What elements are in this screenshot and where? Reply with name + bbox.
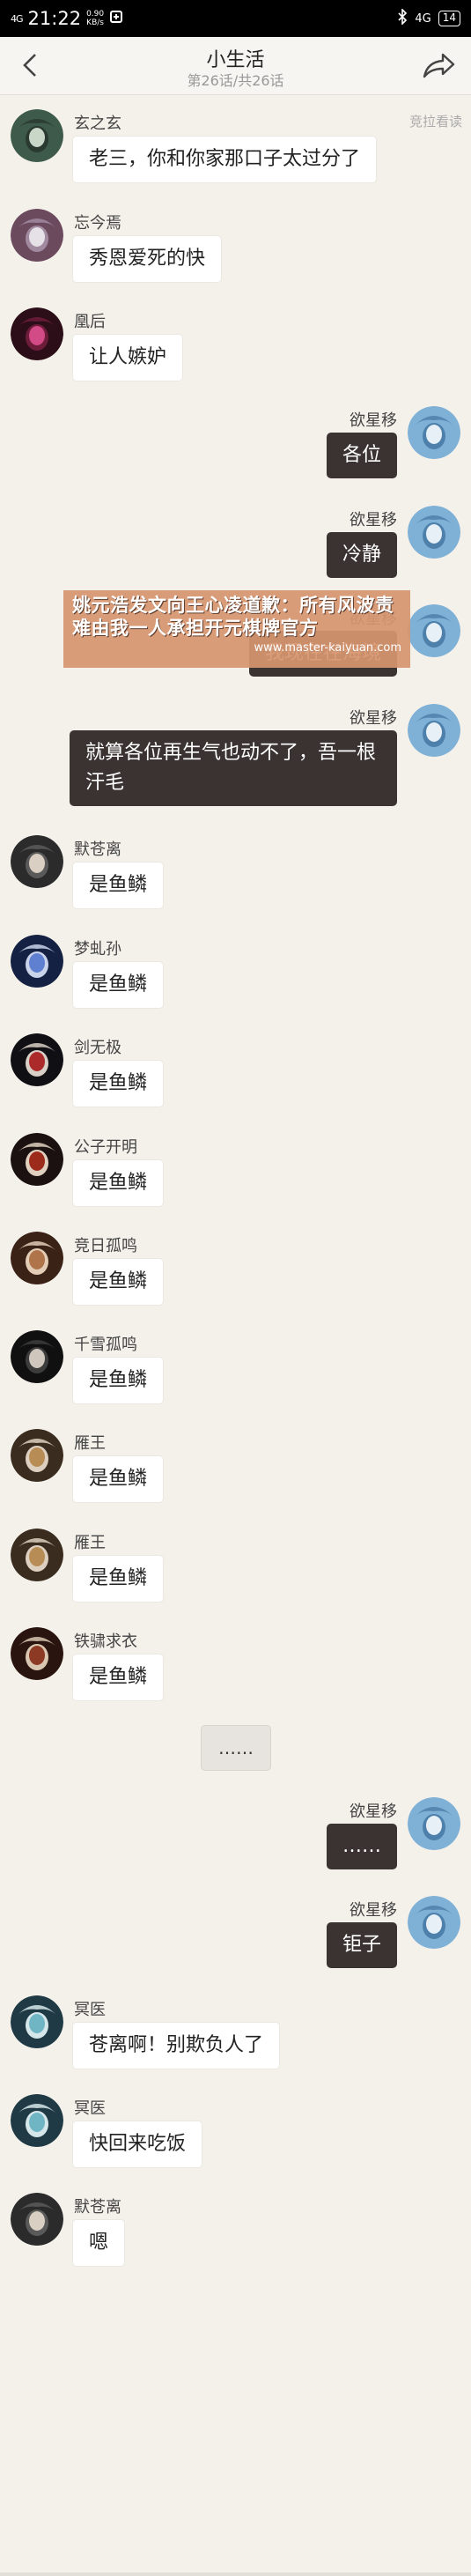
episode-indicator: 第26话/共26话 xyxy=(187,72,284,89)
message-bubble[interactable]: 是鱼鳞 xyxy=(72,1654,165,1701)
message-bubble[interactable]: 是鱼鳞 xyxy=(72,1060,165,1107)
message-bubble[interactable]: 钜子 xyxy=(326,1922,397,1968)
sender-name: 公子开明 xyxy=(74,1138,137,1157)
sender-name: 雁王 xyxy=(74,1434,106,1453)
message-bubble[interactable]: 秀恩爱死的快 xyxy=(72,235,223,283)
sender-name: 忘今焉 xyxy=(74,214,121,233)
avatar[interactable] xyxy=(11,109,63,162)
sender-name: 竞日孤鸣 xyxy=(74,1237,137,1255)
message-bubble[interactable]: 是鱼鳞 xyxy=(72,961,165,1009)
sender-name: 千雪孤鸣 xyxy=(74,1336,137,1354)
watermark-banner: 姚元浩发文向王心凌道歉：所有风波责难由我一人承担开元棋牌官方 www.maste… xyxy=(63,590,410,668)
watermark-line-1-tail: 开元棋牌官方 xyxy=(204,618,319,639)
sender-name: 欲星移 xyxy=(350,1901,397,1920)
message-bubble[interactable]: 嗯 xyxy=(72,2219,126,2267)
sender-name: 默苍离 xyxy=(74,840,121,859)
watermark-url: www.master-kaiyuan.com xyxy=(254,641,401,655)
avatar[interactable] xyxy=(11,935,63,988)
avatar[interactable] xyxy=(11,307,63,360)
message-bubble[interactable]: 各位 xyxy=(326,433,397,478)
message-bubble[interactable]: 是鱼鳞 xyxy=(72,1455,165,1503)
share-button[interactable] xyxy=(420,48,459,83)
message-bubble[interactable]: …… xyxy=(327,1824,397,1869)
avatar[interactable] xyxy=(11,1133,63,1186)
sender-name: 欲星移 xyxy=(350,709,397,728)
watermark-line-1: 姚元浩发文向王心凌道歉：所有风波责难由我一人承担开元棋牌官方 xyxy=(72,594,401,640)
sender-name: 冥医 xyxy=(74,2099,106,2118)
message-bubble[interactable]: 苍离啊！别欺负人了 xyxy=(72,2022,281,2069)
avatar[interactable] xyxy=(11,209,63,262)
avatar[interactable] xyxy=(11,1529,63,1581)
message-bubble[interactable]: 冷静 xyxy=(326,532,397,578)
share-icon xyxy=(423,53,455,78)
status-bar: 4G 21:22 0.90 KB/s 4G 14 xyxy=(0,0,471,37)
bottom-divider xyxy=(0,2572,471,2576)
notification-icon xyxy=(109,9,123,28)
message-bubble[interactable]: 让人嫉妒 xyxy=(72,334,184,381)
sender-name: 欲星移 xyxy=(350,1802,397,1821)
avatar[interactable] xyxy=(11,1429,63,1482)
avatar[interactable] xyxy=(11,1330,63,1383)
clock: 21:22 xyxy=(27,8,82,29)
sender-name: 欲星移 xyxy=(350,411,397,430)
sender-name: 梦虬孙 xyxy=(74,940,121,959)
avatar[interactable] xyxy=(11,2094,63,2147)
sender-name: 铁骕求衣 xyxy=(74,1632,137,1651)
network-speed-value: 0.90 xyxy=(86,10,105,19)
sender-name: 凰后 xyxy=(74,313,106,331)
network-speed-unit: KB/s xyxy=(86,19,104,27)
message-bubble[interactable]: 是鱼鳞 xyxy=(72,1357,165,1404)
title-bar: 小生活 第26话/共26话 xyxy=(0,37,471,95)
avatar[interactable] xyxy=(11,835,63,888)
avatar[interactable] xyxy=(11,1033,63,1086)
avatar[interactable] xyxy=(408,506,460,559)
sender-name: 默苍离 xyxy=(74,2198,121,2217)
avatar[interactable] xyxy=(408,1797,460,1850)
avatar[interactable] xyxy=(11,1995,63,2048)
avatar[interactable] xyxy=(11,1627,63,1680)
sender-name: 玄之玄 xyxy=(74,115,121,133)
avatar[interactable] xyxy=(408,1896,460,1949)
signal-indicator: 4G xyxy=(11,12,23,25)
sender-name: 冥医 xyxy=(74,2001,106,2019)
sender-name: 雁王 xyxy=(74,1534,106,1552)
avatar[interactable] xyxy=(408,604,460,657)
message-bubble[interactable]: 就算各位再生气也动不了，吾一根汗毛 xyxy=(70,730,397,806)
bluetooth-icon xyxy=(397,8,408,28)
message-bubble[interactable]: 是鱼鳞 xyxy=(72,1258,165,1306)
message-bubble[interactable]: 是鱼鳞 xyxy=(72,1555,165,1603)
message-bubble[interactable]: 是鱼鳞 xyxy=(72,1159,165,1207)
sender-name: 剑无极 xyxy=(74,1039,121,1057)
message-bubble[interactable]: 老三，你和你家那口子太过分了 xyxy=(72,136,378,183)
battery-indicator: 14 xyxy=(438,11,460,26)
message-bubble[interactable]: 快回来吃饭 xyxy=(72,2121,203,2168)
message-bubble[interactable]: 是鱼鳞 xyxy=(72,862,165,909)
network-type: 4G xyxy=(415,11,431,26)
network-speed: 0.90 KB/s xyxy=(86,10,104,27)
avatar[interactable] xyxy=(408,704,460,757)
avatar[interactable] xyxy=(11,1232,63,1284)
avatar[interactable] xyxy=(408,406,460,459)
avatar[interactable] xyxy=(11,2193,63,2246)
sender-name: 欲星移 xyxy=(350,511,397,529)
side-note: 竞拉看读 xyxy=(408,114,462,130)
system-message: …… xyxy=(201,1725,271,1771)
